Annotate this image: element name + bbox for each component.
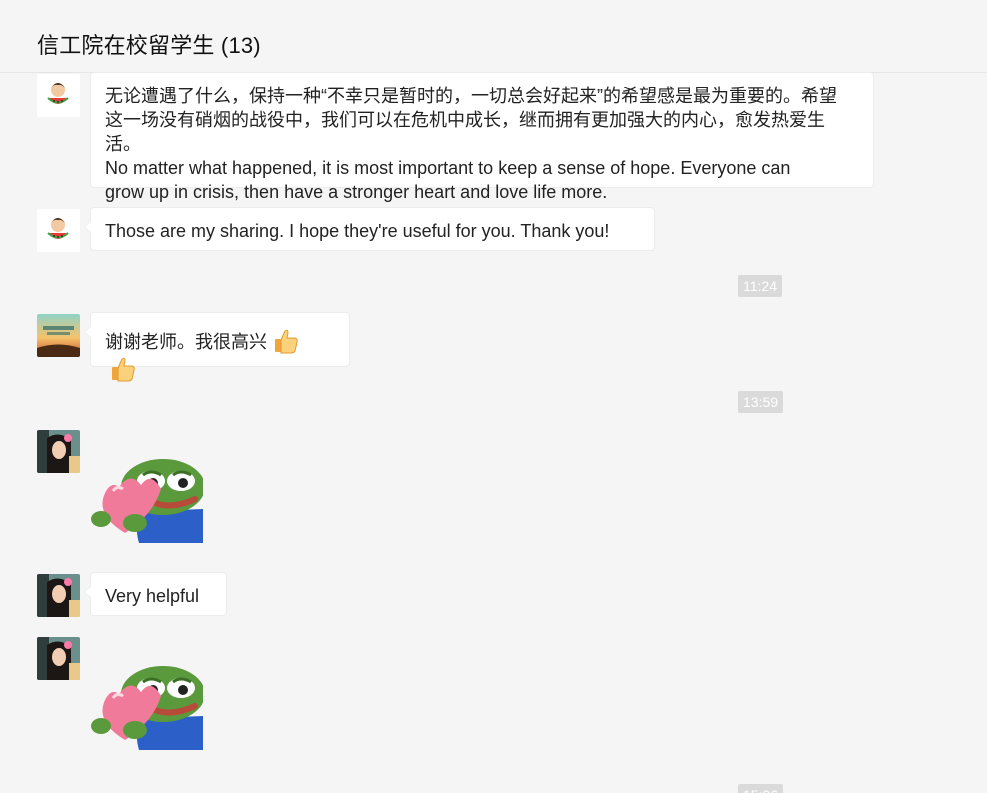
avatar[interactable]	[37, 430, 80, 473]
message-text: No matter what happened, it is most impo…	[105, 158, 791, 178]
message-text: 无论遭遇了什么，保持一种“不幸只是暂时的，一切总会好起来”的希望感是最为重要的。…	[105, 86, 837, 106]
frog-hugging-heart-sticker[interactable]	[91, 453, 205, 543]
message-bubble[interactable]: 谢谢老师。我很高兴	[84, 312, 350, 382]
avatar[interactable]	[37, 209, 80, 252]
message-text: grow up in crisis, then have a stronger …	[105, 182, 608, 202]
watermelon-boy-avatar-icon	[37, 74, 80, 117]
girl-photo-avatar-icon	[37, 430, 80, 473]
timestamp: 11:24	[738, 275, 782, 297]
message-bubble[interactable]: Very helpful	[84, 572, 227, 616]
avatar[interactable]	[37, 637, 80, 680]
message-bubble[interactable]: Those are my sharing. I hope they're use…	[84, 207, 655, 251]
message-text: 谢谢老师。我很高兴	[105, 332, 267, 352]
timestamp: 13:59	[738, 391, 784, 413]
avatar[interactable]	[37, 314, 80, 357]
message-text: Those are my sharing. I hope they're use…	[105, 221, 610, 241]
message-text: Very helpful	[105, 586, 200, 606]
thumbs-up-icon	[112, 357, 135, 382]
girl-photo-avatar-icon	[37, 574, 80, 617]
chat-title: 信工院在校留学生 (13)	[37, 33, 261, 58]
girl-photo-avatar-icon	[37, 637, 80, 680]
frog-sticker-icon	[91, 666, 205, 750]
chat-header: 信工院在校留学生 (13)	[0, 0, 987, 73]
frog-sticker-icon	[91, 459, 205, 543]
thumbs-up-icon	[275, 329, 298, 354]
avatar[interactable]	[37, 74, 80, 117]
message-bubble[interactable]: 无论遭遇了什么，保持一种“不幸只是暂时的，一切总会好起来”的希望感是最为重要的。…	[90, 72, 874, 202]
message-text: 这一场没有硝烟的战役中，我们可以在危机中成长，继而拥有更加强大的内心，愈发热爱生…	[105, 110, 825, 154]
timestamp: 15:06	[738, 784, 784, 793]
frog-hugging-heart-sticker[interactable]	[91, 660, 205, 750]
avatar[interactable]	[37, 574, 80, 617]
watermelon-boy-avatar-icon	[37, 209, 80, 252]
sunset-avatar-icon	[37, 314, 80, 357]
